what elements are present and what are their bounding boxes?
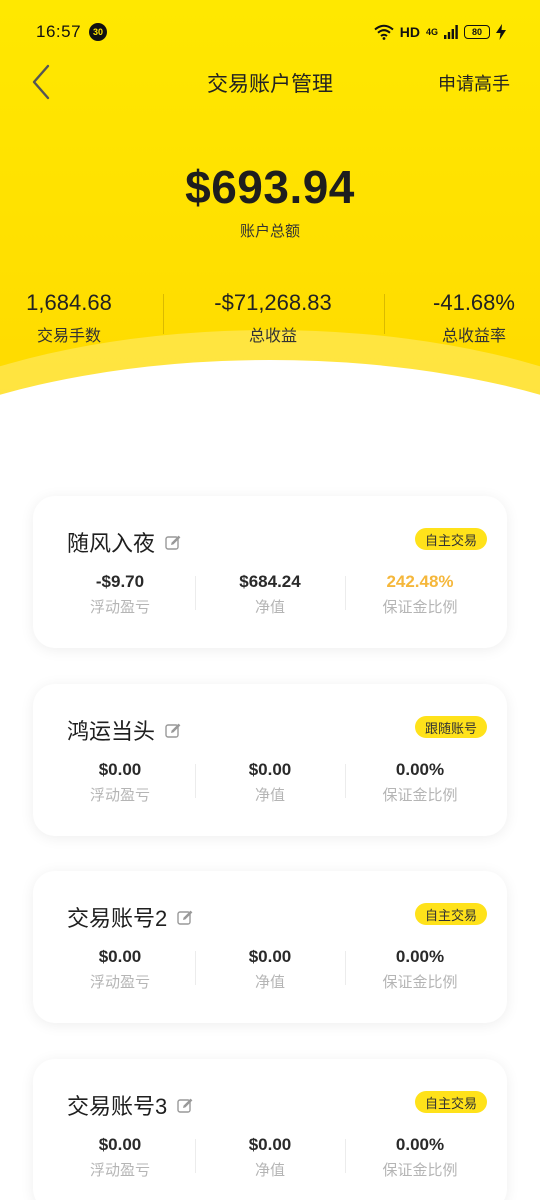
- metric-value: 0.00%: [395, 1135, 445, 1154]
- account-card[interactable]: 鸿运当头 跟随账号 $0.00 浮动盈亏 $0.00 净值 0.00% 保证金比…: [33, 684, 507, 836]
- stat-divider: [163, 294, 164, 334]
- account-name: 交易账号3: [67, 1094, 168, 1119]
- metric-label: 浮动盈亏: [89, 599, 150, 616]
- metric-value: $0.00: [248, 947, 292, 966]
- stat-total-return: -41.68% 总收益率: [424, 290, 524, 346]
- nav-bar: 交易账户管理 申请高手: [0, 50, 540, 114]
- stat-divider: [384, 294, 385, 334]
- metric-label: 净值: [254, 974, 285, 991]
- account-type-tag: 自主交易: [414, 528, 487, 550]
- account-name-row: 鸿运当头: [67, 714, 182, 746]
- metric-net-value: $0.00 净值: [195, 760, 345, 805]
- metric-label: 保证金比例: [382, 1162, 458, 1179]
- status-icons: HD 4G 80: [374, 24, 506, 40]
- battery-icon: 80: [464, 25, 490, 39]
- stat-total-profit: -$71,268.83 总收益: [200, 290, 346, 346]
- metric-value: $0.00: [248, 760, 292, 779]
- summary-stats: 1,684.68 交易手数 -$71,268.83 总收益 -41.68% 总收…: [0, 290, 540, 346]
- account-type-tag: 自主交易: [414, 1091, 487, 1113]
- metric-floating-pnl: -$9.70 浮动盈亏: [45, 572, 195, 617]
- metric-net-value: $684.24 净值: [195, 572, 345, 617]
- account-name: 鸿运当头: [67, 719, 156, 744]
- notification-badge: 30: [89, 23, 108, 41]
- edit-icon[interactable]: [177, 1097, 194, 1114]
- metric-value: 0.00%: [395, 947, 445, 966]
- stat-label: 总收益: [248, 328, 297, 345]
- account-name: 交易账号2: [67, 906, 168, 931]
- metric-margin-ratio: 0.00% 保证金比例: [345, 760, 495, 805]
- edit-icon[interactable]: [165, 534, 182, 551]
- metric-label: 浮动盈亏: [89, 787, 150, 804]
- account-type-tag: 自主交易: [414, 903, 487, 925]
- metric-margin-ratio: 242.48% 保证金比例: [345, 572, 495, 617]
- account-name: 随风入夜: [67, 531, 156, 556]
- metric-label: 保证金比例: [382, 974, 458, 991]
- metric-net-value: $0.00 净值: [195, 947, 345, 992]
- metric-value: -$9.70: [95, 572, 145, 591]
- stat-trade-lots: 1,684.68 交易手数: [16, 290, 122, 346]
- apply-expert-button[interactable]: 申请高手: [438, 70, 510, 96]
- account-card[interactable]: 随风入夜 自主交易 -$9.70 浮动盈亏 $684.24 净值 242.48%…: [33, 496, 507, 648]
- metric-label: 保证金比例: [382, 599, 458, 616]
- metric-margin-ratio: 0.00% 保证金比例: [345, 947, 495, 992]
- metric-floating-pnl: $0.00 浮动盈亏: [45, 947, 195, 992]
- status-time: 16:57: [36, 22, 82, 41]
- metric-margin-ratio: 0.00% 保证金比例: [345, 1135, 495, 1180]
- metric-floating-pnl: $0.00 浮动盈亏: [45, 760, 195, 805]
- stat-value: -41.68%: [433, 290, 515, 315]
- account-type-tag: 跟随账号: [414, 716, 487, 738]
- edit-icon[interactable]: [165, 722, 182, 739]
- stat-value: -$71,268.83: [214, 290, 332, 315]
- wifi-icon: [374, 24, 394, 40]
- stat-value: 1,684.68: [26, 290, 112, 315]
- metric-value: 242.48%: [386, 572, 454, 591]
- network-type: 4G: [425, 27, 438, 37]
- account-name-row: 随风入夜: [67, 526, 182, 558]
- metric-label: 浮动盈亏: [89, 974, 150, 991]
- metric-value: $684.24: [239, 572, 301, 591]
- stat-label: 总收益率: [441, 328, 506, 345]
- metric-value: $0.00: [98, 1135, 142, 1154]
- metric-value: $0.00: [98, 760, 142, 779]
- charging-icon: [496, 24, 506, 40]
- hd-indicator: HD: [399, 24, 420, 40]
- metric-label: 保证金比例: [382, 787, 458, 804]
- metric-label: 净值: [254, 599, 285, 616]
- metric-value: $0.00: [248, 1135, 292, 1154]
- metric-value: $0.00: [98, 947, 142, 966]
- account-card[interactable]: 交易账号2 自主交易 $0.00 浮动盈亏 $0.00 净值 0.00% 保证金…: [33, 871, 507, 1023]
- stat-label: 交易手数: [36, 328, 101, 345]
- account-name-row: 交易账号2: [67, 901, 194, 933]
- signal-icon: [444, 25, 458, 39]
- metric-label: 浮动盈亏: [89, 1162, 150, 1179]
- total-balance-label: 账户总额: [239, 223, 300, 240]
- metric-value: 0.00%: [395, 760, 445, 779]
- metric-label: 净值: [254, 787, 285, 804]
- metric-label: 净值: [254, 1162, 285, 1179]
- account-card[interactable]: 交易账号3 自主交易 $0.00 浮动盈亏 $0.00 净值 0.00% 保证金…: [33, 1059, 507, 1200]
- edit-icon[interactable]: [177, 909, 194, 926]
- metric-floating-pnl: $0.00 浮动盈亏: [45, 1135, 195, 1180]
- account-name-row: 交易账号3: [67, 1089, 194, 1121]
- total-balance: $693.94: [185, 161, 355, 213]
- metric-net-value: $0.00 净值: [195, 1135, 345, 1180]
- header-curve: [0, 360, 540, 470]
